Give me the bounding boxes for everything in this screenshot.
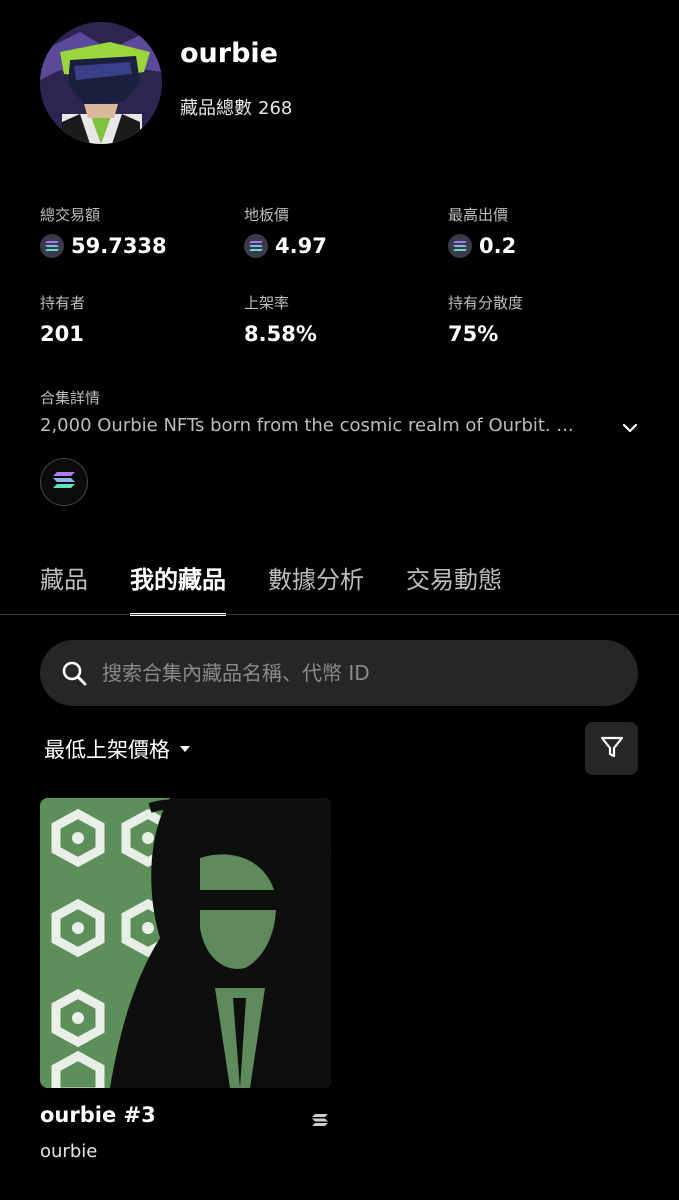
collection-name: ourbie	[180, 38, 278, 69]
stat-value: 4.97	[275, 234, 327, 258]
stat-total-volume: 總交易額 59.7338	[40, 204, 240, 258]
caret-down-icon	[180, 746, 190, 752]
tab-my-items[interactable]: 我的藏品	[130, 560, 226, 616]
sort-dropdown[interactable]: 最低上架價格	[44, 734, 190, 764]
stat-value: 8.58%	[244, 322, 317, 346]
nft-image[interactable]	[40, 798, 331, 1088]
details-text: 2,000 Ourbie NFTs born from the cosmic r…	[40, 415, 574, 436]
stat-label: 上架率	[244, 294, 290, 312]
tabs-divider	[0, 614, 679, 615]
chevron-down-icon[interactable]	[619, 417, 641, 439]
solana-icon	[312, 1112, 328, 1128]
item-count-value: 268	[258, 98, 293, 119]
collection-avatar[interactable]	[40, 22, 162, 144]
stat-floor-price: 地板價 4.97	[244, 204, 444, 258]
stat-holders: 持有者 201	[40, 292, 240, 346]
stat-value: 59.7338	[71, 234, 167, 258]
stat-value: 0.2	[479, 234, 517, 258]
details-label: 合集詳情	[40, 389, 101, 407]
stat-value: 201	[40, 322, 84, 346]
search-icon	[60, 659, 88, 687]
solana-icon	[53, 471, 75, 493]
stat-holder-distribution: 持有分散度 75%	[448, 292, 648, 346]
stat-label: 持有者	[40, 294, 86, 312]
sort-label: 最低上架價格	[44, 738, 170, 762]
stat-label: 持有分散度	[448, 294, 524, 312]
nft-card[interactable]: ourbie #3 ourbie	[40, 798, 331, 1168]
stat-listed-ratio: 上架率 8.58%	[244, 292, 444, 346]
solana-icon	[40, 234, 64, 258]
stat-top-bid: 最高出價 0.2	[448, 204, 648, 258]
stat-value: 75%	[448, 322, 499, 346]
collection-header: ourbie 藏品總數 268	[40, 22, 640, 144]
stat-label: 總交易額	[40, 206, 101, 224]
nft-name: ourbie #3	[40, 1103, 156, 1127]
tab-analytics[interactable]: 數據分析	[268, 560, 364, 616]
item-count: 藏品總數 268	[180, 94, 292, 120]
filter-icon	[599, 734, 625, 764]
nft-collection-name: ourbie	[40, 1141, 98, 1162]
chain-badge[interactable]	[40, 458, 88, 506]
filter-button[interactable]	[585, 722, 638, 775]
solana-icon	[448, 234, 472, 258]
stat-label: 地板價	[244, 206, 290, 224]
solana-icon	[244, 234, 268, 258]
stat-label: 最高出價	[448, 206, 509, 224]
tab-activity[interactable]: 交易動態	[406, 560, 502, 616]
search-bar[interactable]	[40, 640, 638, 706]
search-input[interactable]	[102, 661, 602, 685]
item-count-label: 藏品總數	[180, 98, 252, 119]
tab-bar: 藏品 我的藏品 數據分析 交易動態	[40, 560, 544, 616]
tab-items[interactable]: 藏品	[40, 560, 88, 616]
